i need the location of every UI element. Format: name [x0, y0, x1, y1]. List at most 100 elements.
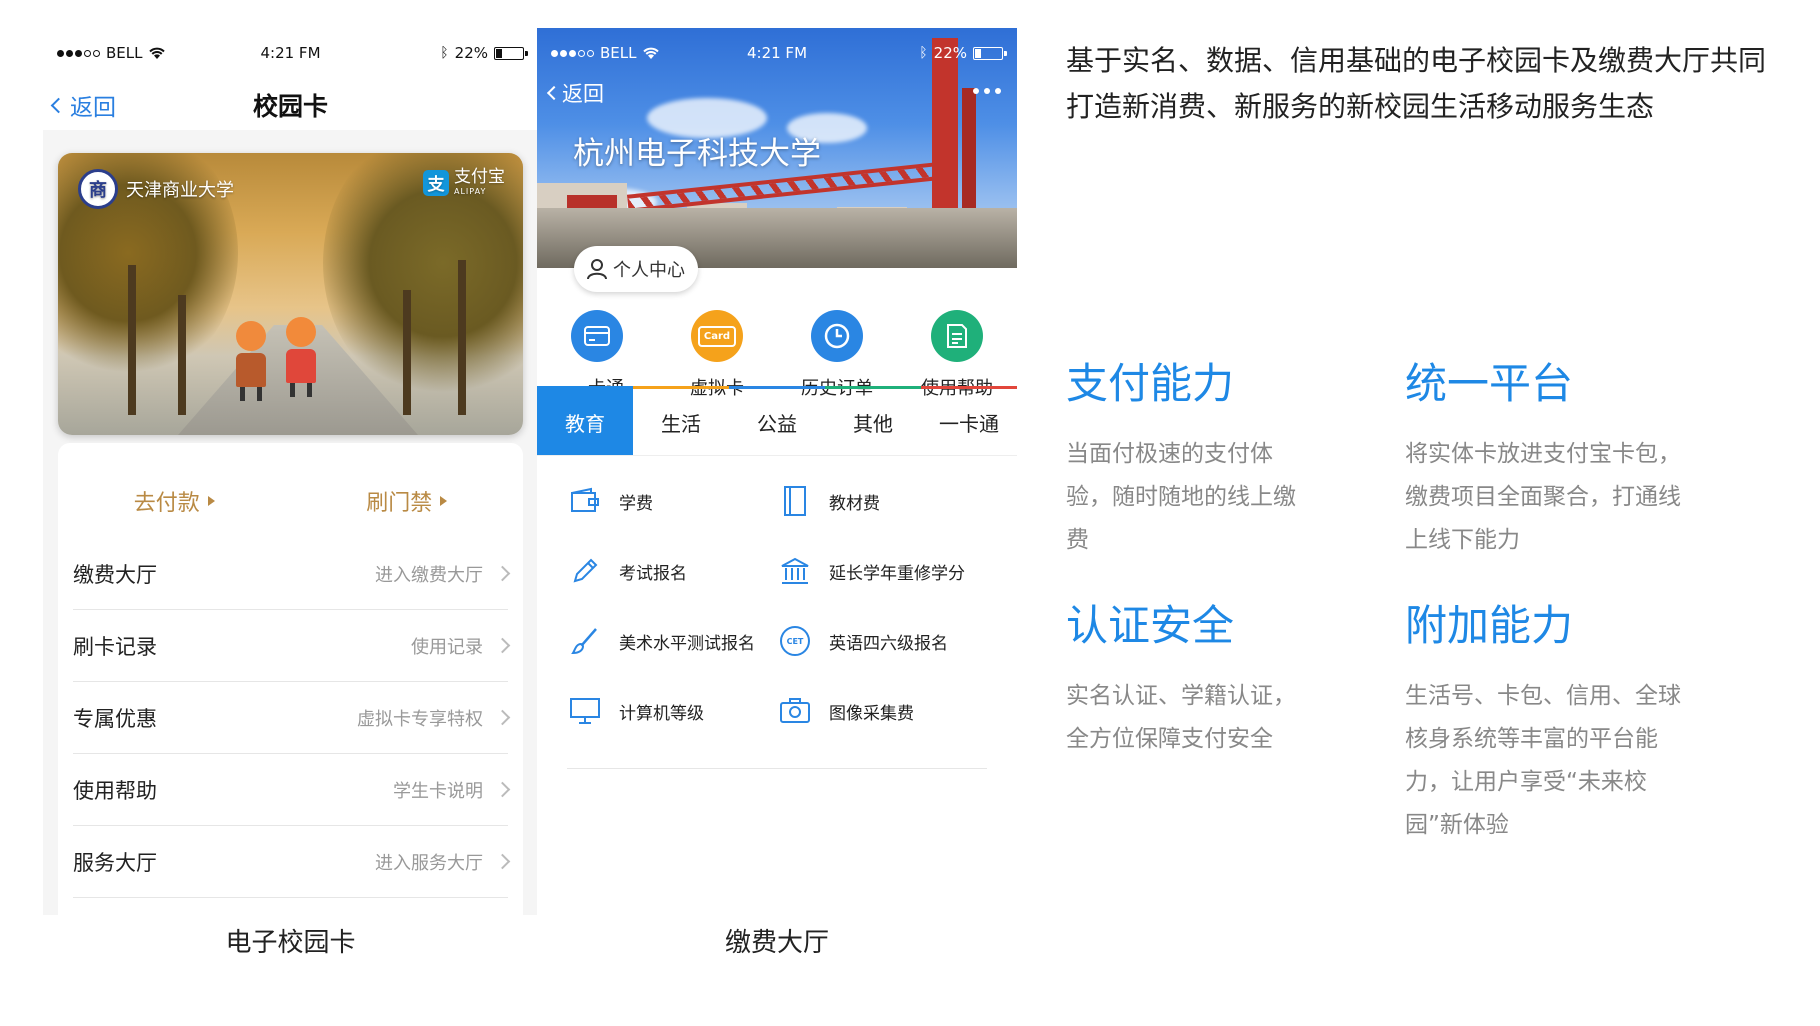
menu-row-help[interactable]: 使用帮助 学生卡说明	[73, 754, 511, 826]
divider	[567, 768, 987, 769]
tab-life[interactable]: 生活	[633, 386, 729, 455]
row-hint: 进入服务大厅	[375, 852, 483, 874]
item-tuition[interactable]: 学费	[567, 483, 777, 519]
feature-additional: 附加能力 生活号、卡包、信用、全球核身系统等丰富的平台能力，让用户享受“未来校园…	[1405, 592, 1705, 847]
cet-badge: CET	[780, 626, 810, 656]
caption-campus-card: 电子校园卡	[225, 928, 356, 958]
item-label: 计算机等级	[619, 703, 704, 724]
school-name: 天津商业大学	[126, 180, 234, 201]
chevron-right-icon	[494, 637, 511, 654]
back-button[interactable]: 返回	[546, 78, 604, 108]
item-label: 考试报名	[619, 563, 687, 584]
item-cet-registration[interactable]: CET 英语四六级报名	[777, 623, 987, 659]
row-label: 缴费大厅	[73, 562, 157, 587]
chevron-right-icon	[494, 565, 511, 582]
quick-actions: 去付款 刷门禁	[58, 473, 523, 528]
tab-campus-card[interactable]: 一卡通	[921, 386, 1017, 455]
chevron-right-icon	[494, 853, 511, 870]
tab-other[interactable]: 其他	[825, 386, 921, 455]
tab-education[interactable]: 教育	[537, 386, 633, 455]
item-photo-collection-fee[interactable]: 图像采集费	[777, 693, 987, 729]
tab-charity[interactable]: 公益	[729, 386, 825, 455]
battery-area: ᛒ 22%	[919, 44, 1007, 62]
monitor-icon	[567, 693, 603, 729]
cet-icon: CET	[777, 623, 813, 659]
tree-trunk	[458, 260, 466, 415]
tree-trunk	[128, 265, 136, 415]
clock-icon	[811, 310, 863, 362]
item-art-test-registration[interactable]: 美术水平测试报名	[567, 623, 777, 659]
alipay-name-cn: 支付宝	[454, 167, 505, 187]
item-extend-study-year[interactable]: 延长学年重修学分	[777, 553, 987, 589]
item-textbook-fee[interactable]: 教材费	[777, 483, 987, 519]
item-label: 图像采集费	[829, 703, 914, 724]
bluetooth-icon: ᛒ	[919, 45, 928, 61]
pay-label: 去付款	[133, 490, 200, 516]
nav-bar: 返回 校园卡	[43, 78, 538, 130]
campus-banner: BELL 4:21 FM ᛒ 22% 返回 杭州电子科技大学	[537, 28, 1017, 268]
item-label: 英语四六级报名	[829, 633, 948, 654]
book-icon	[777, 483, 813, 519]
feature-text: 当面付极速的支付体验，随时随地的线上缴费	[1066, 441, 1296, 553]
camera-icon	[777, 693, 813, 729]
virtual-card-icon: Card	[691, 310, 743, 362]
battery-percent: 22%	[454, 44, 488, 62]
menu-row-swipe-records[interactable]: 刷卡记录 使用记录	[73, 610, 511, 682]
caret-right-icon	[207, 495, 215, 506]
child-figure	[284, 317, 318, 397]
row-hint: 使用记录	[411, 636, 483, 658]
status-bar: BELL 4:21 FM ᛒ 22%	[537, 28, 1017, 78]
item-label: 美术水平测试报名	[619, 633, 755, 654]
back-label: 返回	[562, 82, 604, 106]
feature-payment: 支付能力 当面付极速的支付体验，随时随地的线上缴费	[1066, 350, 1366, 562]
school-emblem-icon: 商	[78, 169, 118, 209]
alipay-name: 支付宝 ALIPAY	[454, 169, 505, 196]
intro-text: 基于实名、数据、信用基础的电子校园卡及缴费大厅共同打造新消费、新服务的新校园生活…	[1066, 44, 1767, 123]
caret-right-icon	[440, 495, 448, 506]
row-label: 使用帮助	[73, 778, 157, 803]
row-label: 专属优惠	[73, 706, 157, 731]
child-figure	[234, 321, 268, 401]
caption-payment-hall: 缴费大厅	[724, 928, 829, 958]
chevron-right-icon	[494, 781, 511, 798]
category-tabs: 教育 生活 公益 其他 一卡通	[537, 386, 1017, 456]
feature-title: 附加能力	[1405, 601, 1574, 650]
more-options-icon[interactable]	[973, 88, 1001, 94]
row-hint: 进入缴费大厅	[375, 564, 483, 586]
page-title: 校园卡	[252, 92, 328, 121]
menu-row-service-hall[interactable]: 服务大厅 进入服务大厅	[73, 826, 511, 898]
pay-button[interactable]: 去付款	[58, 473, 291, 528]
menu-row-exclusive-offers[interactable]: 专属优惠 虚拟卡专享特权	[73, 682, 511, 754]
campus-card-screen: BELL 4:21 FM ᛒ 22% 返回 校园卡 商 天津商业大学 支 支付宝	[43, 28, 538, 915]
payment-hall-screen: BELL 4:21 FM ᛒ 22% 返回 杭州电子科技大学 个人中心 一卡通	[537, 28, 1017, 915]
campus-card[interactable]: 商 天津商业大学 支 支付宝 ALIPAY	[58, 153, 523, 435]
chevron-right-icon	[494, 709, 511, 726]
alipay-brand: 支 支付宝 ALIPAY	[423, 169, 505, 196]
help-doc-icon	[931, 310, 983, 362]
payment-items: 学费 教材费 考试报名 延长学年重修学分 美术水平测试报名 CET 英语四六级报…	[567, 483, 987, 729]
row-hint: 虚拟卡专享特权	[357, 708, 483, 730]
item-computer-level[interactable]: 计算机等级	[567, 693, 777, 729]
item-exam-registration[interactable]: 考试报名	[567, 553, 777, 589]
menu-row-payment-hall[interactable]: 缴费大厅 进入缴费大厅	[73, 538, 511, 610]
feature-title: 认证安全	[1066, 601, 1235, 650]
feature-text: 生活号、卡包、信用、全球核身系统等丰富的平台能力，让用户享受“未来校园”新体验	[1405, 683, 1681, 838]
virtual-card-badge: Card	[697, 325, 737, 347]
feature-text: 将实体卡放进支付宝卡包，缴费项目全面聚合，打通线上线下能力	[1405, 441, 1681, 553]
bluetooth-icon: ᛒ	[440, 45, 449, 61]
battery-icon	[494, 46, 528, 60]
card-icon	[571, 310, 623, 362]
menu-list: 缴费大厅 进入缴费大厅 刷卡记录 使用记录 专属优惠 虚拟卡专享特权 使用帮助 学生卡说…	[73, 538, 511, 898]
personal-center-button[interactable]: 个人中心	[574, 246, 698, 292]
row-label: 刷卡记录	[73, 634, 157, 659]
door-access-button[interactable]: 刷门禁	[291, 473, 524, 528]
wallet-icon	[567, 483, 603, 519]
item-label: 教材费	[829, 493, 880, 514]
item-label: 学费	[619, 493, 653, 514]
row-label: 服务大厅	[73, 850, 157, 875]
battery-area: ᛒ 22%	[440, 44, 528, 62]
university-title: 杭州电子科技大学	[573, 136, 821, 172]
chevron-left-icon	[546, 85, 562, 101]
feature-security: 认证安全 实名认证、学籍认证，全方位保障支付安全	[1066, 592, 1366, 761]
status-bar: BELL 4:21 FM ᛒ 22%	[43, 28, 538, 78]
